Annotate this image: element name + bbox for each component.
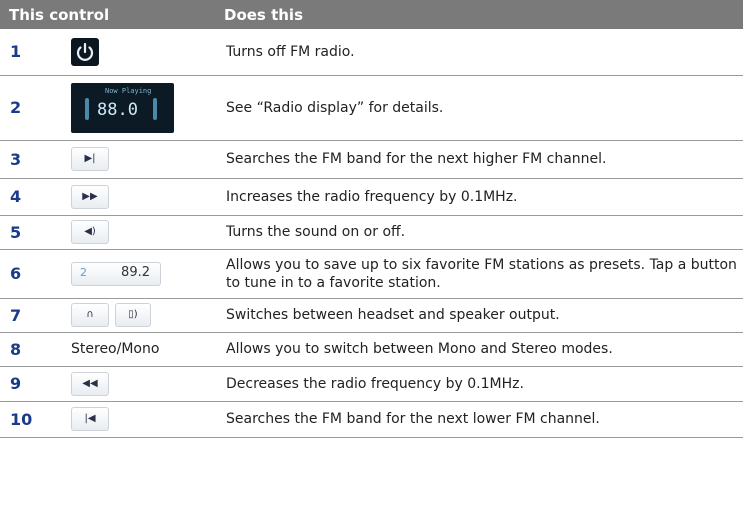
rewind-icon[interactable]: ◀◀	[71, 371, 109, 396]
fast-forward-icon[interactable]: ▶▶	[71, 184, 109, 209]
table-row: 2 Now Playing 88.0 See “Radio display” f…	[0, 75, 743, 141]
row-description: Searches the FM band for the next higher…	[220, 140, 743, 179]
row-description: Allows you to save up to six favorite FM…	[220, 249, 743, 299]
row-number: 5	[0, 215, 60, 250]
row-description: Switches between headset and speaker out…	[220, 298, 743, 333]
row-description: Allows you to switch between Mono and St…	[220, 332, 743, 367]
speaker-output-icon[interactable]: ▯)	[115, 303, 151, 327]
table-row: 1 Turns off FM radio.	[0, 29, 743, 76]
display-frequency: 88.0	[97, 99, 138, 120]
table-header-row: This control Does this	[0, 0, 743, 29]
row-description: Increases the radio frequency by 0.1MHz.	[220, 178, 743, 216]
display-title: Now Playing	[105, 86, 152, 95]
preset-frequency: 89.2	[121, 264, 150, 280]
row-number: 2	[0, 75, 60, 141]
power-icon[interactable]	[71, 37, 99, 66]
row-description: Turns off FM radio.	[220, 29, 743, 76]
radio-display[interactable]: Now Playing 88.0	[71, 82, 174, 133]
table-row: 6 2 89.2 Allows you to save up to six fa…	[0, 249, 743, 299]
previous-channel-icon[interactable]: |◀	[71, 407, 109, 431]
table-row: 5 ◀) Turns the sound on or off.	[0, 215, 743, 250]
signal-bar-left	[85, 97, 89, 120]
row-number: 7	[0, 298, 60, 333]
preset-number: 2	[80, 265, 87, 279]
signal-bar-right	[153, 97, 157, 120]
speaker-icon[interactable]: ◀)	[71, 220, 109, 244]
table-row: 3 ▶| Searches the FM band for the next h…	[0, 140, 743, 179]
table-row: 7 ∩ ▯) Switches between headset and speak…	[0, 298, 743, 333]
next-channel-icon[interactable]: ▶|	[71, 147, 109, 171]
table-row: 10 |◀ Searches the FM band for the next …	[0, 401, 743, 438]
header-this-control: This control	[9, 5, 110, 24]
row-number: 6	[0, 249, 60, 299]
row-description: Searches the FM band for the next lower …	[220, 401, 743, 438]
header-does-this: Does this	[224, 5, 303, 24]
row-number: 9	[0, 366, 60, 402]
table-row: 9 ◀◀ Decreases the radio frequency by 0.…	[0, 366, 743, 402]
row-number: 8	[0, 332, 60, 367]
headset-icon[interactable]: ∩	[71, 303, 109, 327]
table-row: 4 ▶▶ Increases the radio frequency by 0.…	[0, 178, 743, 216]
row-description: See “Radio display” for details.	[220, 75, 743, 141]
controls-table: This control Does this 1 Turns off FM ra…	[0, 0, 743, 438]
row-number: 10	[0, 401, 60, 438]
row-number: 1	[0, 29, 60, 76]
preset-button[interactable]: 2 89.2	[71, 261, 161, 286]
stereo-mono-label: Stereo/Mono	[71, 341, 160, 357]
row-number: 4	[0, 178, 60, 216]
row-description: Turns the sound on or off.	[220, 215, 743, 250]
table-row: 8 Stereo/Mono Allows you to switch betwe…	[0, 332, 743, 367]
row-description: Decreases the radio frequency by 0.1MHz.	[220, 366, 743, 402]
row-number: 3	[0, 140, 60, 179]
